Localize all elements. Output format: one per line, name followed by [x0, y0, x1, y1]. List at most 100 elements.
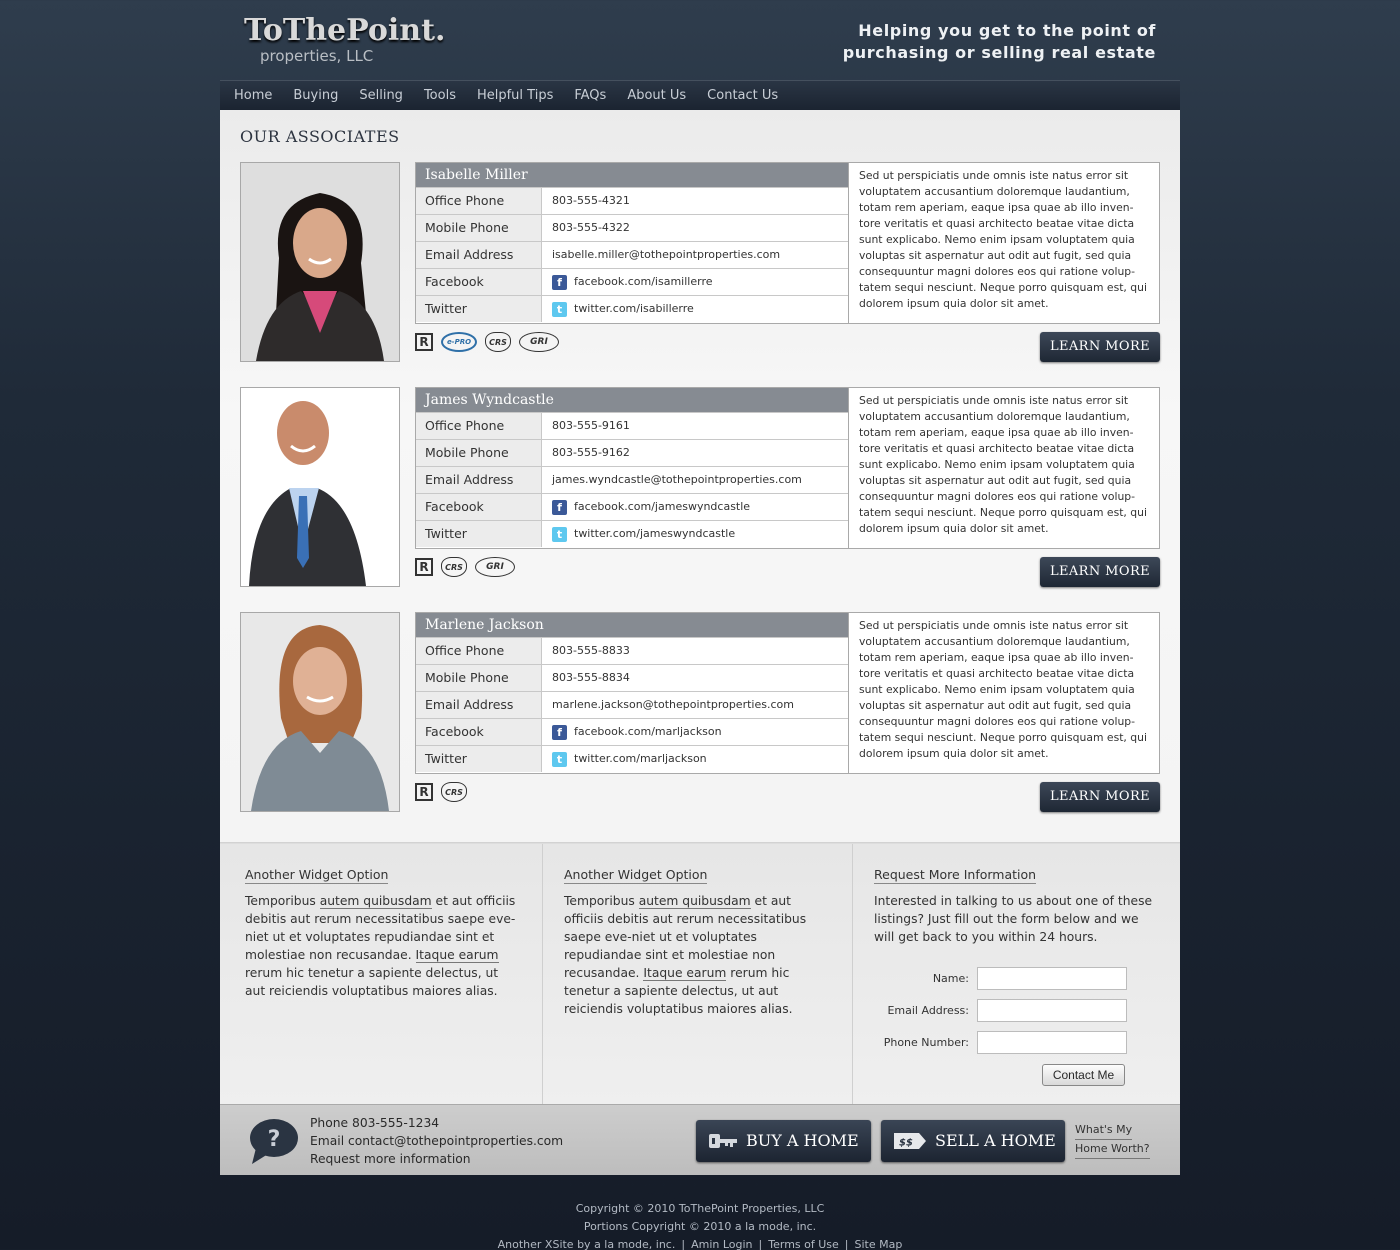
mobile-phone-label: Mobile Phone — [416, 440, 542, 466]
associate-card: Isabelle Miller Office Phone 803-555-432… — [240, 162, 1160, 362]
twitter-url: twitter.com/jameswyndcastle — [574, 527, 736, 540]
tagline: Helping you get to the point of purchasi… — [843, 20, 1156, 64]
twitter-link[interactable]: t twitter.com/marljackson — [542, 746, 848, 772]
email-label: Email Address — [416, 467, 542, 493]
sell-a-home-button[interactable]: $$ SELL A HOME — [881, 1120, 1065, 1162]
widget-link[interactable]: autem quibusdam — [319, 894, 432, 909]
crs-badge-icon: CRS — [485, 332, 511, 352]
widget-link[interactable]: autem quibusdam — [638, 894, 751, 909]
mobile-phone-value: 803-555-4322 — [552, 221, 630, 234]
epro-badge-icon: e-PRO — [441, 332, 477, 352]
nav-buying[interactable]: Buying — [293, 81, 338, 110]
twitter-link[interactable]: t twitter.com/jameswyndcastle — [542, 521, 848, 547]
learn-more-button[interactable]: LEARN MORE — [1040, 782, 1160, 812]
office-phone-value: 803-555-4321 — [552, 194, 630, 207]
email-label: Email Address: — [887, 1004, 969, 1017]
facebook-label: Facebook — [416, 269, 542, 295]
twitter-label: Twitter — [416, 521, 542, 547]
twitter-link[interactable]: t twitter.com/isabillerre — [542, 296, 848, 322]
nav-contact-us[interactable]: Contact Us — [707, 81, 778, 110]
mobile-phone-label: Mobile Phone — [416, 215, 542, 241]
widget-title: Another Widget Option — [245, 867, 389, 884]
site-logo[interactable]: ToThePoint. properties, LLC — [244, 13, 446, 65]
table-row: Facebook f facebook.com/isamillerre — [416, 268, 848, 295]
table-row: Mobile Phone 803-555-8834 — [416, 664, 848, 691]
request-info-widget: Request More Information Interested in t… — [853, 844, 1180, 1106]
form-row: Name: — [874, 967, 1155, 990]
associate-info: Isabelle Miller Office Phone 803-555-432… — [415, 162, 1160, 324]
realtor-badge-icon: R — [415, 783, 433, 801]
phone-field[interactable] — [977, 1031, 1127, 1054]
xsite-link[interactable]: Another XSite by a la mode, inc. — [498, 1238, 676, 1250]
associate-photo — [240, 162, 400, 362]
contact-me-button[interactable]: Contact Me — [1042, 1064, 1125, 1086]
facebook-label: Facebook — [416, 494, 542, 520]
facebook-link[interactable]: f facebook.com/isamillerre — [542, 269, 848, 295]
name-field[interactable] — [977, 967, 1127, 990]
email-link[interactable]: james.wyndcastle@tothepointproperties.co… — [542, 467, 848, 493]
twitter-url: twitter.com/isabillerre — [574, 302, 694, 315]
contact-table: Marlene Jackson Office Phone 803-555-883… — [416, 613, 848, 772]
office-phone-label: Office Phone — [416, 413, 542, 439]
name-label: Name: — [932, 972, 969, 985]
certification-badges: R e-PRO CRS GRI — [415, 332, 559, 352]
nav-about-us[interactable]: About Us — [627, 81, 686, 110]
twitter-icon: t — [552, 526, 567, 542]
table-row: Office Phone 803-555-9161 — [416, 412, 848, 439]
logo-sub-text: properties, LLC — [260, 47, 374, 65]
certification-badges: R CRS — [415, 782, 467, 802]
site-header: ToThePoint. properties, LLC Helping you … — [220, 0, 1180, 80]
terms-link[interactable]: Terms of Use — [768, 1238, 839, 1250]
gri-badge-icon: GRI — [475, 557, 515, 577]
nav-selling[interactable]: Selling — [359, 81, 403, 110]
contact-table: Isabelle Miller Office Phone 803-555-432… — [416, 163, 848, 322]
facebook-icon: f — [552, 274, 567, 290]
contact-details: Phone 803-555-1234 Email contact@tothepo… — [310, 1114, 563, 1168]
nav-helpful-tips[interactable]: Helpful Tips — [477, 81, 553, 110]
nav-faqs[interactable]: FAQs — [574, 81, 606, 110]
table-row: Twitter t twitter.com/isabillerre — [416, 295, 848, 322]
request-info-text: Interested in talking to us about one of… — [874, 894, 1153, 944]
email-link[interactable]: isabelle.miller@tothepointproperties.com — [542, 242, 848, 268]
email-field[interactable] — [977, 999, 1127, 1022]
email-label: Email Address — [416, 242, 542, 268]
svg-text:?: ? — [268, 1127, 281, 1152]
main-nav: Home Buying Selling Tools Helpful Tips F… — [220, 80, 1180, 110]
logo-main-text: ToThePoint. — [244, 13, 446, 48]
widget-link[interactable]: Itaque earum — [643, 966, 727, 981]
buy-a-home-button[interactable]: BUY A HOME — [696, 1120, 871, 1162]
mobile-phone-value: 803-555-9162 — [552, 446, 630, 459]
learn-more-button[interactable]: LEARN MORE — [1040, 332, 1160, 362]
gri-badge-icon: GRI — [519, 332, 559, 352]
associate-name: Isabelle Miller — [416, 163, 848, 187]
associate-photo — [240, 612, 400, 812]
question-bubble-icon: ? — [248, 1118, 298, 1164]
sell-a-home-label: SELL A HOME — [935, 1131, 1056, 1150]
facebook-link[interactable]: f facebook.com/marljackson — [542, 719, 848, 745]
table-row: Facebook f facebook.com/marljackson — [416, 718, 848, 745]
email-link[interactable]: marlene.jackson@tothepointproperties.com — [542, 692, 848, 718]
page-wrapper: ToThePoint. properties, LLC Helping you … — [220, 0, 1180, 1175]
table-row: Email Address james.wyndcastle@tothepoin… — [416, 466, 848, 493]
widget-text: Temporibus autem quibusdam et aut offici… — [245, 894, 516, 998]
section-title: OUR ASSOCIATES — [240, 127, 400, 146]
associate-info: James Wyndcastle Office Phone 803-555-91… — [415, 387, 1160, 549]
nav-tools[interactable]: Tools — [424, 81, 456, 110]
site-map-link[interactable]: Site Map — [855, 1238, 903, 1250]
facebook-link[interactable]: f facebook.com/jameswyndcastle — [542, 494, 848, 520]
home-worth-link[interactable]: What's My Home Worth? — [1075, 1121, 1150, 1159]
widget-link[interactable]: Itaque earum — [415, 948, 499, 963]
learn-more-button[interactable]: LEARN MORE — [1040, 557, 1160, 587]
office-phone-label: Office Phone — [416, 638, 542, 664]
footer-links: Another XSite by a la mode, inc. | Amin Lo… — [497, 1238, 903, 1250]
nav-home[interactable]: Home — [234, 81, 272, 110]
table-row: Mobile Phone 803-555-4322 — [416, 214, 848, 241]
admin-login-link[interactable]: Amin Login — [691, 1238, 752, 1250]
portions-copyright-line: Portions Copyright © 2010 a la mode, inc… — [583, 1220, 817, 1233]
crs-badge-icon: CRS — [441, 557, 467, 577]
request-info-link[interactable]: Request more information — [310, 1150, 563, 1168]
contact-email[interactable]: Email contact@tothepointproperties.com — [310, 1132, 563, 1150]
copyright-line: Copyright © 2010 ToThePoint Properties, … — [575, 1202, 825, 1215]
contact-bar: ? Phone 803-555-1234 Email contact@tothe… — [220, 1104, 1180, 1175]
associate-name: James Wyndcastle — [416, 388, 848, 412]
